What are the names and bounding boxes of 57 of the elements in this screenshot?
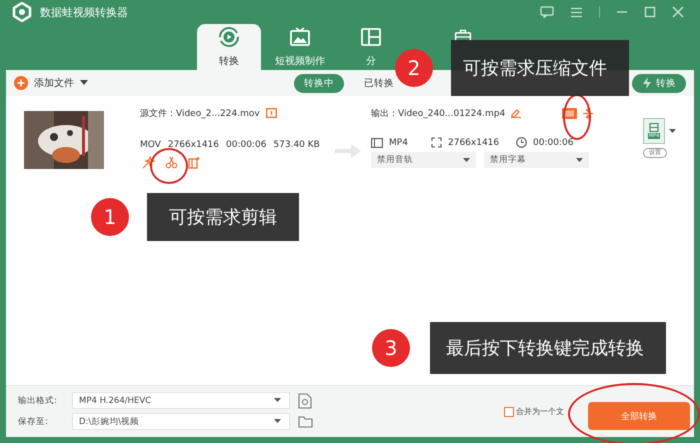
add-file-button[interactable]: 添加文件 bbox=[14, 76, 74, 90]
arrow-icon bbox=[335, 144, 361, 158]
caret-icon[interactable] bbox=[669, 128, 676, 134]
speed-convert-button[interactable]: 转换 bbox=[632, 74, 686, 92]
source-filename: 源文件：Video_2...224.mov bbox=[140, 108, 260, 120]
callout-tooltip: 最后按下转换键完成转换 bbox=[430, 322, 666, 374]
id-tag-icon[interactable] bbox=[562, 108, 577, 118]
play-cycle-icon bbox=[218, 26, 240, 48]
lightning-icon bbox=[642, 77, 652, 89]
step-number-tooltip: 2 bbox=[395, 49, 433, 87]
close-icon[interactable] bbox=[672, 6, 684, 18]
file-meta: 573.40 KB bbox=[273, 140, 320, 150]
file-meta: MOV bbox=[140, 140, 161, 150]
output-resolution: 2766x1416 bbox=[448, 138, 500, 148]
callout-tooltip: 可按需求压缩文件 bbox=[451, 40, 629, 96]
caret-icon[interactable] bbox=[80, 80, 88, 86]
format-label: 输出格式: bbox=[18, 394, 58, 406]
file-meta: 2766x1416 bbox=[168, 140, 219, 150]
subtitle-dropdown[interactable]: 禁用字幕 bbox=[484, 152, 589, 168]
magic-wand-icon[interactable] bbox=[142, 156, 155, 169]
scissors-icon[interactable] bbox=[165, 156, 178, 169]
tab[interactable]: 短视频制作 bbox=[261, 24, 339, 70]
caret-icon bbox=[576, 158, 583, 162]
toolbox-icon bbox=[454, 28, 472, 42]
split-layout-icon bbox=[360, 26, 382, 48]
info-icon[interactable] bbox=[266, 108, 277, 118]
output-duration: 00:00:06 bbox=[533, 138, 574, 148]
caret-icon bbox=[463, 158, 470, 162]
caret-icon bbox=[274, 398, 281, 403]
output-format: MP4 bbox=[389, 138, 408, 148]
clock-icon bbox=[516, 137, 527, 148]
save-path-field[interactable]: D:\彭婉均\视频 bbox=[72, 413, 290, 430]
highlight-ring bbox=[150, 148, 188, 184]
compress-icon[interactable] bbox=[583, 108, 593, 118]
menu-icon[interactable] bbox=[570, 6, 583, 18]
edit-clip-icon[interactable] bbox=[188, 156, 201, 169]
app-logo-icon bbox=[12, 2, 32, 22]
callout-tooltip: 可按需求剪辑 bbox=[147, 193, 299, 241]
plus-icon bbox=[14, 76, 28, 90]
tv-icon bbox=[289, 26, 311, 48]
caret-icon bbox=[274, 419, 281, 424]
tab[interactable]: 转换 bbox=[197, 24, 261, 70]
output-filename: 输出：Video_240...01224.mp4 bbox=[371, 108, 506, 120]
folder-icon[interactable] bbox=[298, 416, 313, 428]
file-meta: 00:00:06 bbox=[226, 140, 266, 150]
filter-tab[interactable]: 转换中 bbox=[294, 74, 344, 92]
settings-icon[interactable] bbox=[298, 392, 312, 408]
merge-checkbox[interactable]: 合并为一个文 bbox=[504, 406, 564, 417]
pencil-icon[interactable] bbox=[511, 108, 522, 118]
format-dropdown[interactable]: MP4 H.264/HEVC bbox=[72, 392, 290, 409]
film-icon bbox=[371, 138, 383, 148]
audio-track-dropdown[interactable]: 禁用音轨 bbox=[371, 152, 476, 168]
expand-icon bbox=[431, 137, 442, 148]
window-title: 数据蛙视频转换器 bbox=[40, 4, 128, 20]
maximize-icon[interactable] bbox=[644, 6, 656, 18]
save-label: 保存至: bbox=[18, 416, 49, 428]
chat-icon[interactable] bbox=[540, 6, 554, 18]
